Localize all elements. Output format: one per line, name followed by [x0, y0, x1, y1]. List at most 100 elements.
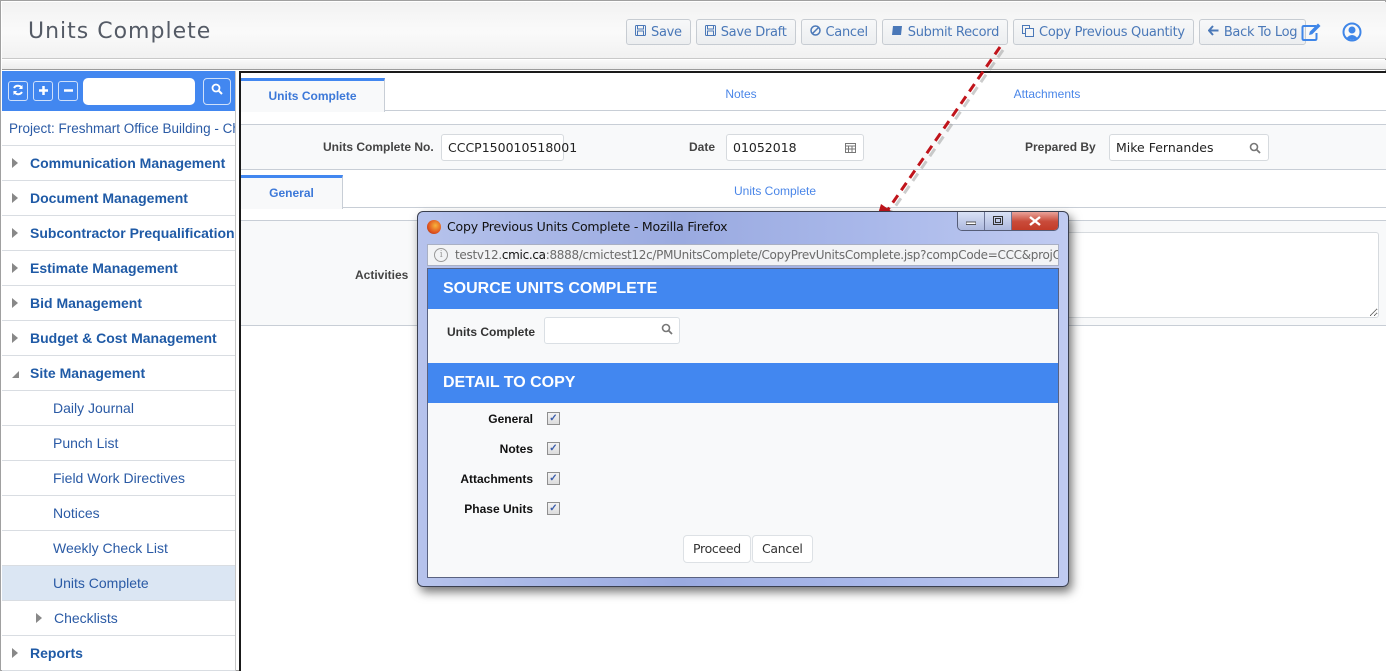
info-icon[interactable]: i — [434, 248, 448, 262]
copy-icon — [1022, 24, 1035, 40]
sidebar-item-document-management[interactable]: Document Management — [2, 181, 235, 216]
expand-arrow-icon — [36, 613, 42, 623]
minimize-icon — [965, 216, 977, 228]
window-controls — [957, 212, 1059, 231]
tab-units-complete-detail[interactable]: Units Complete — [675, 175, 875, 208]
sidebar-toolbar — [2, 71, 235, 111]
prepared-by-label: Prepared By — [1025, 140, 1096, 154]
sidebar-search-input[interactable] — [83, 77, 195, 105]
sidebar-project-label[interactable]: Project: Freshmart Office Building - Chi — [2, 111, 235, 146]
phase-units-checkbox-label: Phase Units — [464, 502, 533, 516]
sidebar-subitem-weekly-check-list[interactable]: Weekly Check List — [2, 531, 235, 566]
submit-record-button[interactable]: Submit Record — [881, 19, 1009, 45]
sidebar-item-site-management[interactable]: Site Management — [2, 356, 235, 391]
detail-tabs: General Units Complete — [241, 175, 1386, 209]
expand-arrow-icon — [12, 648, 18, 658]
maximize-button[interactable] — [985, 212, 1012, 230]
units-complete-lookup-field[interactable] — [544, 317, 680, 344]
sidebar-item-estimate-management[interactable]: Estimate Management — [2, 251, 235, 286]
record-tabs: Units Complete Notes Attachments — [241, 78, 1386, 112]
save-draft-label: Save Draft — [720, 24, 787, 40]
cancel-button[interactable]: Cancel — [800, 19, 877, 45]
save-button[interactable]: Save — [626, 19, 691, 45]
save-draft-button[interactable]: Save Draft — [695, 19, 796, 45]
phase-units-checkbox[interactable]: ✓ — [547, 502, 560, 515]
units-complete-label: Units Complete — [447, 325, 536, 339]
search-icon[interactable] — [661, 323, 673, 338]
proceed-button[interactable]: Proceed — [683, 535, 751, 563]
sidebar-item-communication-management[interactable]: Communication Management — [2, 146, 235, 181]
date-field[interactable]: 01052018 — [726, 134, 864, 161]
tab-units-complete[interactable]: Units Complete — [241, 78, 385, 112]
sidebar-item-label: Estimate Management — [30, 260, 178, 276]
tab-attachments[interactable]: Attachments — [947, 78, 1147, 111]
sidebar-subitem-field-work-directives[interactable]: Field Work Directives — [2, 461, 235, 496]
sidebar-subitem-label: Daily Journal — [53, 400, 134, 416]
tab-notes[interactable]: Notes — [641, 78, 841, 111]
sidebar-subitem-label: Weekly Check List — [53, 540, 168, 556]
sidebar-subitem-checklists[interactable]: Checklists — [2, 601, 235, 636]
activities-label: Activities — [355, 268, 409, 282]
checkbox-row-phase-units: Phase Units ✓ — [428, 499, 628, 519]
header-divider — [2, 60, 1386, 70]
popup-cancel-button[interactable]: Cancel — [752, 535, 813, 563]
sidebar-subitem-daily-journal[interactable]: Daily Journal — [2, 391, 235, 426]
attachments-checkbox[interactable]: ✓ — [547, 472, 560, 485]
save-draft-icon — [704, 25, 716, 39]
general-checkbox[interactable]: ✓ — [547, 412, 560, 425]
popup-window-title: Copy Previous Units Complete - Mozilla F… — [447, 219, 728, 234]
refresh-button[interactable] — [8, 81, 28, 101]
close-button[interactable] — [1012, 212, 1058, 230]
sidebar-subitem-label: Field Work Directives — [53, 470, 185, 486]
url-prefix: testv12. — [455, 248, 502, 262]
cancel-icon — [809, 25, 821, 39]
page-title: Units Complete — [28, 19, 212, 44]
tab-general[interactable]: General — [241, 175, 343, 209]
notes-checkbox[interactable]: ✓ — [547, 442, 560, 455]
calendar-icon[interactable] — [845, 135, 856, 162]
sidebar-item-bid-management[interactable]: Bid Management — [2, 286, 235, 321]
detail-to-copy-header: DETAIL TO COPY — [428, 363, 1058, 403]
copy-previous-quantity-label: Copy Previous Quantity — [1039, 24, 1185, 40]
sidebar-subitem-units-complete[interactable]: Units Complete — [2, 566, 235, 601]
prepared-by-field[interactable]: Mike Fernandes — [1109, 134, 1269, 161]
header-icons — [1300, 20, 1364, 44]
save-icon — [635, 25, 646, 39]
copy-previous-popup-window: Copy Previous Units Complete - Mozilla F… — [417, 211, 1069, 587]
units-complete-no-value: CCCP150010518001 — [448, 140, 578, 155]
user-icon[interactable] — [1340, 20, 1364, 44]
sidebar-item-subcontractor-prequalification[interactable]: Subcontractor Prequalification — [2, 216, 235, 251]
sidebar-search-button[interactable] — [203, 77, 231, 105]
search-icon — [211, 82, 223, 100]
edit-icon[interactable] — [1300, 20, 1324, 44]
submit-record-label: Submit Record — [907, 24, 1000, 40]
sidebar: Project: Freshmart Office Building - Chi… — [2, 71, 236, 671]
sidebar-subitem-label: Punch List — [53, 435, 119, 451]
units-complete-no-field[interactable]: CCCP150010518001 — [441, 134, 577, 161]
sidebar-item-label: Communication Management — [30, 155, 226, 171]
expand-arrow-icon — [12, 298, 18, 308]
arrow-left-icon — [1207, 25, 1219, 39]
checkbox-row-general: General ✓ — [428, 409, 628, 429]
back-to-log-button[interactable]: Back To Log — [1198, 19, 1307, 45]
sidebar-item-budget-cost-management[interactable]: Budget & Cost Management — [2, 321, 235, 356]
collapse-all-button[interactable] — [58, 81, 78, 101]
app-frame: Units Complete Save Save Draft Cancel Su… — [0, 0, 1386, 671]
back-to-log-label: Back To Log — [1223, 24, 1298, 40]
activities-textarea[interactable] — [1061, 232, 1379, 318]
sidebar-item-label: Reports — [30, 645, 83, 661]
expand-all-button[interactable] — [33, 81, 53, 101]
notes-checkbox-label: Notes — [499, 442, 533, 456]
checkbox-row-notes: Notes ✓ — [428, 439, 628, 459]
sidebar-item-reports[interactable]: Reports — [2, 636, 235, 671]
sidebar-subitem-notices[interactable]: Notices — [2, 496, 235, 531]
popup-url-bar[interactable]: i testv12.cmic.ca:8888/cmictest12c/PMUni… — [427, 244, 1059, 266]
sidebar-subitem-punch-list[interactable]: Punch List — [2, 426, 235, 461]
search-icon[interactable] — [1249, 135, 1261, 163]
sidebar-item-label: Bid Management — [30, 295, 143, 311]
copy-previous-quantity-button[interactable]: Copy Previous Quantity — [1013, 19, 1194, 45]
sidebar-item-label: Site Management — [30, 365, 146, 381]
minimize-button[interactable] — [958, 212, 985, 230]
sidebar-subitem-label: Units Complete — [53, 575, 149, 591]
maximize-icon — [993, 215, 1003, 228]
